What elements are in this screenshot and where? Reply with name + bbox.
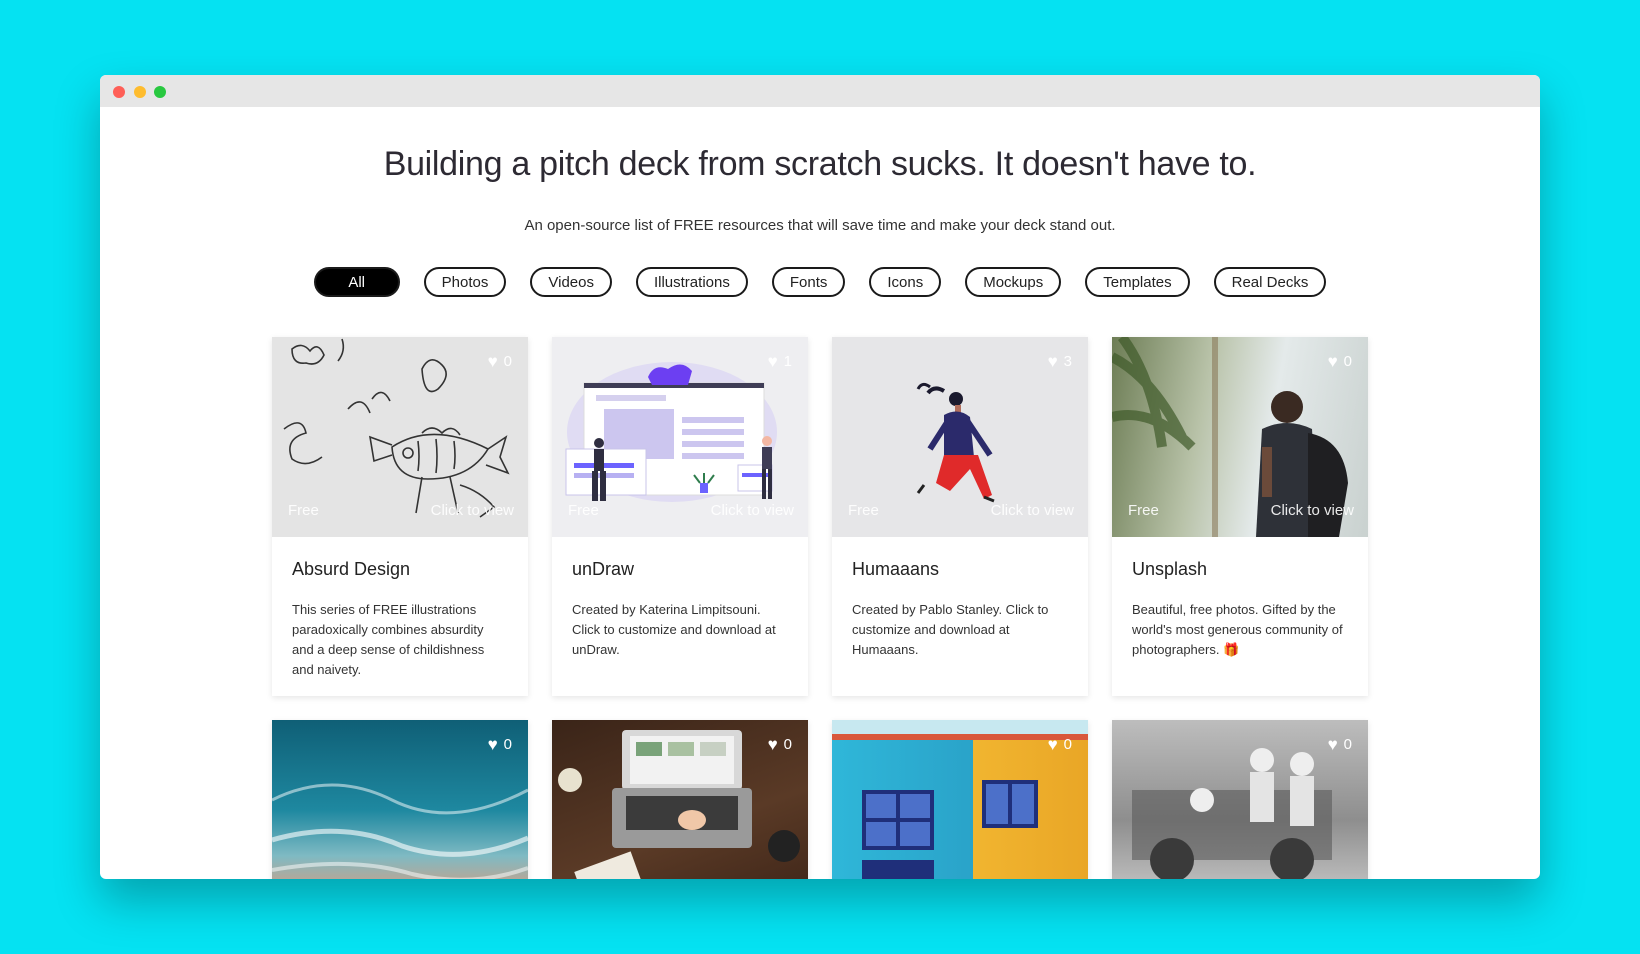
- card-thumbnail[interactable]: ♥ 0 Free Click to view: [1112, 337, 1368, 537]
- card-title: unDraw: [572, 559, 635, 579]
- card-description: Created by Katerina Limpitsouni. Click t…: [572, 602, 776, 657]
- heart-icon: ♥: [1327, 735, 1338, 754]
- resource-card-unsplash[interactable]: ♥ 0 Free Click to view Unsplash Beautiful…: [1112, 337, 1368, 696]
- resource-card[interactable]: ♥ 0: [272, 720, 528, 879]
- free-label: Free: [1128, 502, 1159, 519]
- card-title: Absurd Design: [292, 559, 411, 579]
- filter-all[interactable]: All: [313, 267, 400, 297]
- like-count[interactable]: ♥ 0: [1048, 736, 1072, 753]
- like-count[interactable]: ♥ 3: [1048, 353, 1072, 370]
- filter-fonts[interactable]: Fonts: [771, 267, 846, 297]
- click-to-view-label[interactable]: Click to view: [711, 502, 794, 519]
- like-count[interactable]: ♥ 0: [768, 736, 792, 753]
- filter-videos[interactable]: Videos: [530, 267, 612, 297]
- resource-card-humaaans[interactable]: ♥ 3 Free Click to view Humaaans Created b…: [832, 337, 1088, 696]
- free-label: Free: [288, 502, 319, 519]
- card-thumbnail[interactable]: ♥ 1 Free Click to view: [552, 337, 808, 537]
- resource-card[interactable]: ♥ 0: [1112, 720, 1368, 879]
- heart-icon: ♥: [487, 352, 498, 371]
- card-title: Unsplash: [1132, 559, 1208, 579]
- category-filters: All Photos Videos Illustrations Fonts Ic…: [100, 267, 1540, 297]
- like-count[interactable]: ♥ 0: [488, 736, 512, 753]
- close-window-button[interactable]: [113, 86, 125, 98]
- resource-card[interactable]: ♥ 0: [832, 720, 1088, 879]
- resource-card-absurd-design[interactable]: ♥ 0 Free Click to view Absurd Design This…: [272, 337, 528, 696]
- filter-mockups[interactable]: Mockups: [965, 267, 1062, 297]
- card-thumbnail[interactable]: ♥ 3 Free Click to view: [832, 337, 1088, 537]
- resource-card[interactable]: ♥ 0: [552, 720, 808, 879]
- heart-icon: ♥: [1047, 735, 1058, 754]
- free-label: Free: [568, 502, 599, 519]
- maximize-window-button[interactable]: [154, 86, 166, 98]
- card-thumbnail[interactable]: ♥ 0 Free Click to view: [272, 337, 528, 537]
- like-count[interactable]: ♥ 0: [1328, 353, 1352, 370]
- filter-illustrations[interactable]: Illustrations: [635, 267, 748, 297]
- click-to-view-label[interactable]: Click to view: [991, 502, 1074, 519]
- like-count[interactable]: ♥ 1: [768, 353, 792, 370]
- filter-templates[interactable]: Templates: [1085, 267, 1190, 297]
- filter-real-decks[interactable]: Real Decks: [1213, 267, 1327, 297]
- resource-grid: ♥ 0 Free Click to view Absurd Design This…: [272, 337, 1368, 879]
- like-count[interactable]: ♥ 0: [488, 353, 512, 370]
- card-thumbnail[interactable]: ♥ 0: [552, 720, 808, 879]
- heart-icon: ♥: [767, 735, 778, 754]
- heart-icon: ♥: [1047, 352, 1058, 371]
- filter-photos[interactable]: Photos: [423, 267, 507, 297]
- heart-icon: ♥: [767, 352, 778, 371]
- minimize-window-button[interactable]: [134, 86, 146, 98]
- resource-card-undraw[interactable]: ♥ 1 Free Click to view unDraw Created by …: [552, 337, 808, 696]
- page-headline: Building a pitch deck from scratch sucks…: [383, 145, 1257, 183]
- heart-icon: ♥: [1327, 352, 1338, 371]
- card-title: Humaaans: [852, 559, 940, 579]
- filter-icons[interactable]: Icons: [869, 267, 942, 297]
- card-description: Created by Pablo Stanley. Click to custo…: [852, 602, 1049, 657]
- heart-icon: ♥: [487, 735, 498, 754]
- card-description: This series of FREE illustrations parado…: [292, 602, 485, 677]
- like-count[interactable]: ♥ 0: [1328, 736, 1352, 753]
- click-to-view-label[interactable]: Click to view: [1271, 502, 1354, 519]
- click-to-view-label[interactable]: Click to view: [431, 502, 514, 519]
- card-thumbnail[interactable]: ♥ 0: [272, 720, 528, 879]
- browser-window: Building a pitch deck from scratch sucks…: [100, 75, 1540, 879]
- free-label: Free: [848, 502, 879, 519]
- card-thumbnail[interactable]: ♥ 0: [1112, 720, 1368, 879]
- window-titlebar: [100, 75, 1540, 107]
- page-subtitle: An open-source list of FREE resources th…: [524, 217, 1116, 234]
- card-thumbnail[interactable]: ♥ 0: [832, 720, 1088, 879]
- card-description: Beautiful, free photos. Gifted by the wo…: [1132, 602, 1343, 657]
